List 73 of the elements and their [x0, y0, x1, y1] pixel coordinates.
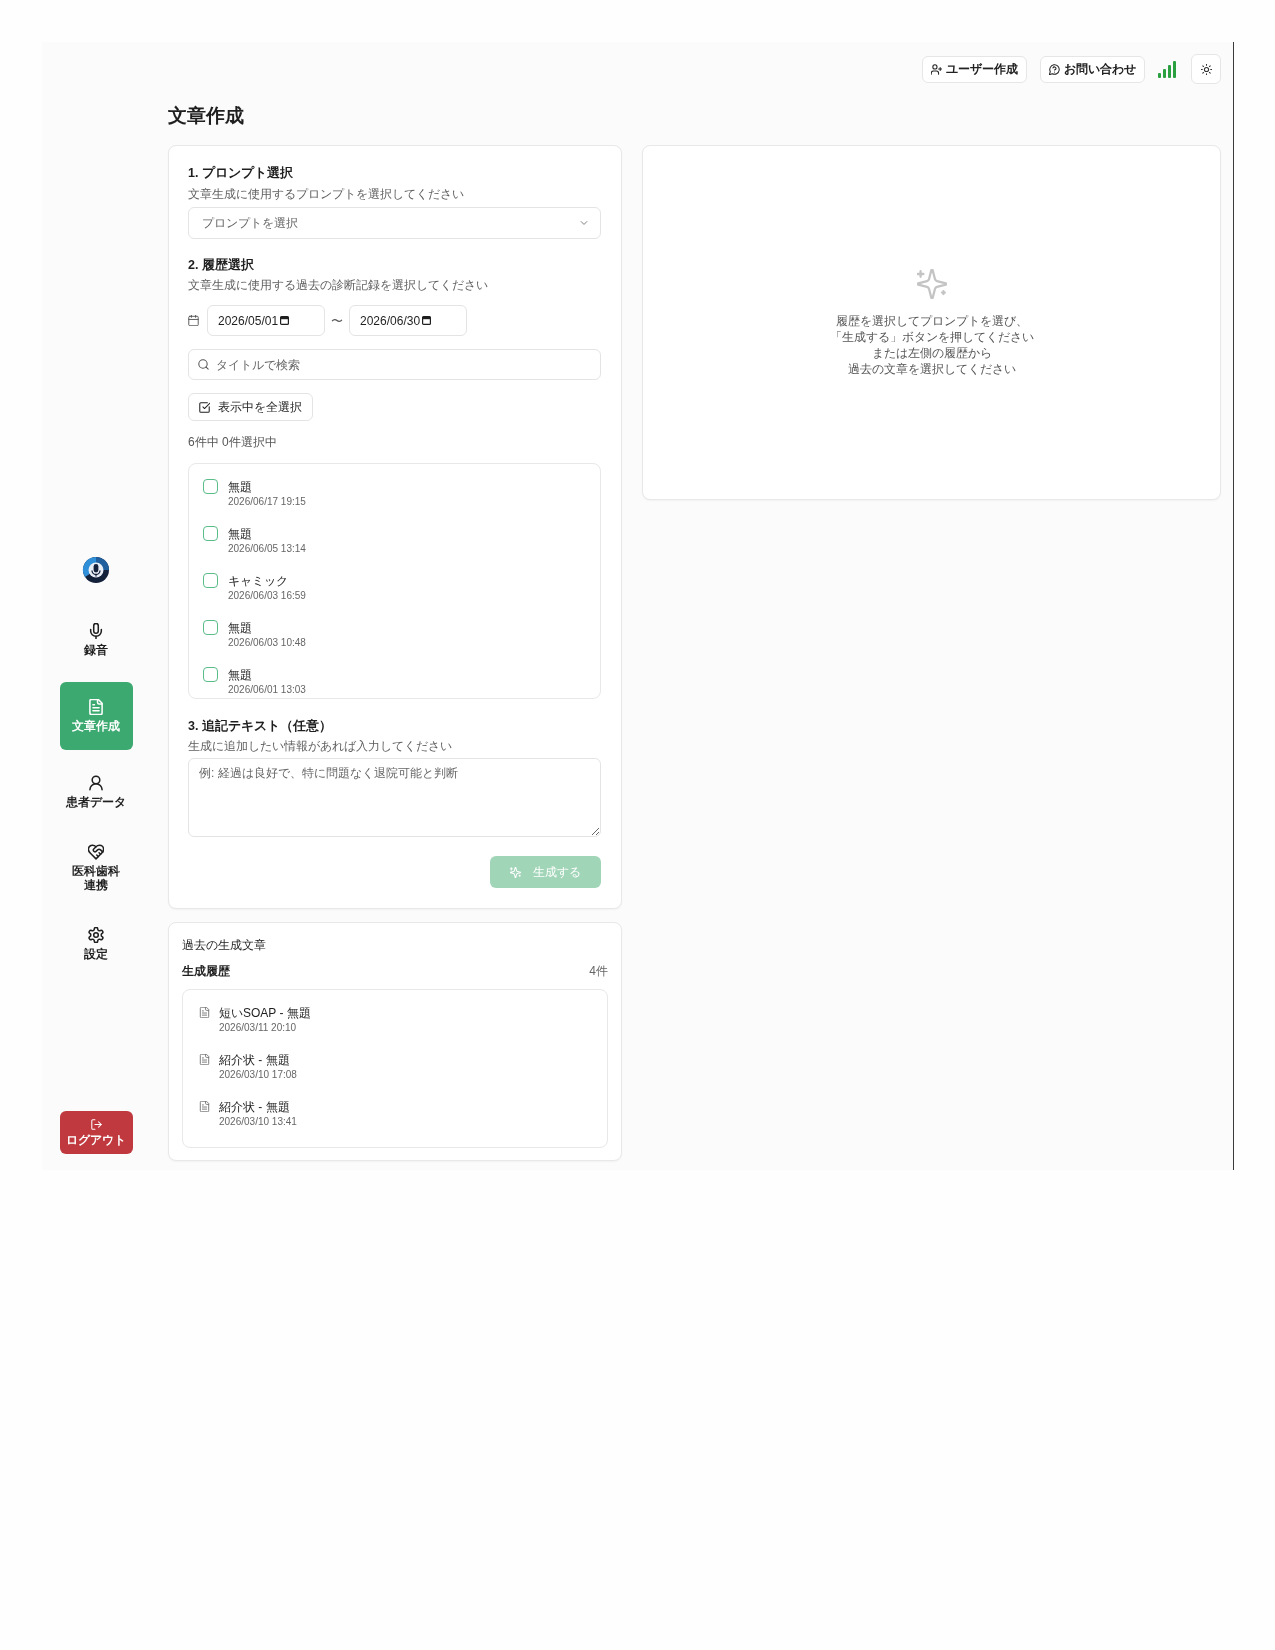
note-textarea[interactable]: 例: 経過は良好で、特に問題なく退院可能と判断: [188, 758, 601, 837]
help-chat-icon: [1049, 63, 1060, 75]
preview-message-line: 過去の文章を選択してください: [847, 360, 1016, 377]
calendar-icon: [188, 315, 199, 326]
checkbox[interactable]: [203, 620, 218, 635]
sidebar-item[interactable]: 患者データ: [59, 758, 133, 826]
person-icon: [88, 775, 104, 791]
document-icon: [88, 699, 104, 715]
calendar-icon: [280, 316, 290, 325]
history-item-date: 2026/03/10 17:08: [219, 1068, 297, 1082]
microphone-icon: [88, 623, 104, 639]
preview-message-line: 履歴を選択してプロンプトを選び、: [835, 312, 1028, 329]
select-all-button[interactable]: 表示中を全選択: [188, 393, 313, 421]
checkbox[interactable]: [203, 479, 218, 494]
sparkles-icon: [510, 866, 521, 878]
section-title: 1. プロンプト選択: [188, 165, 293, 181]
theme-toggle-button[interactable]: [1191, 54, 1221, 84]
section-hint: 文章生成に使用するプロンプトを選択してください: [188, 186, 464, 202]
preview-message-line: または左側の履歴から: [871, 344, 992, 361]
history-item-title[interactable]: 紹介状 - 無題: [219, 1099, 297, 1115]
checkbox[interactable]: [203, 667, 218, 682]
date-from-field[interactable]: 2026/05/01: [207, 305, 325, 336]
date-range-separator: 〜: [331, 312, 343, 330]
history-item-date: 2026/03/11 20:10: [219, 1021, 298, 1035]
contact-button[interactable]: お問い合わせ: [1040, 55, 1145, 83]
sidebar-item[interactable]: 設定: [59, 910, 133, 978]
record-title: 無題: [228, 620, 253, 636]
checkbox[interactable]: [203, 526, 218, 541]
history-subtitle: 生成履歴: [182, 963, 230, 979]
logout-button[interactable]: ログアウト: [59, 1111, 133, 1154]
record-date: 2026/06/01 13:03: [228, 683, 306, 697]
record-title: 無題: [228, 526, 253, 542]
user-add-icon: [931, 63, 942, 75]
square-check-icon: [199, 401, 210, 413]
sidebar-item[interactable]: 録音: [59, 606, 133, 674]
microphone-logo-icon: [82, 556, 110, 584]
logout-icon: [90, 1118, 102, 1130]
heart-handshake-icon: [88, 844, 104, 860]
document-icon: [199, 1054, 210, 1065]
history-card-title: 過去の生成文章: [182, 937, 266, 953]
record-date: 2026/06/03 16:59: [228, 589, 306, 603]
page-title: 文章作成: [168, 104, 244, 128]
calendar-icon: [422, 316, 432, 325]
chevron-down-icon: [579, 218, 589, 228]
record-title: キャミック: [228, 573, 289, 589]
selection-count: 6件中 0件選択中: [188, 434, 277, 450]
history-count: 4件: [589, 963, 608, 979]
record-title: 無題: [228, 479, 253, 495]
sidebar-item[interactable]: 医科歯科連携: [59, 834, 133, 902]
prompt-select[interactable]: プロンプトを選択: [188, 207, 601, 239]
history-item-date: 2026/03/10 13:41: [219, 1115, 297, 1129]
preview-message-line: 「生成する」ボタンを押してください: [829, 328, 1034, 345]
search-field[interactable]: タイトルで検索: [188, 349, 601, 380]
record-date: 2026/06/17 19:15: [228, 495, 306, 509]
history-item-title[interactable]: 短いSOAP - 無題: [219, 1005, 311, 1021]
history-item-title[interactable]: 紹介状 - 無題: [219, 1052, 297, 1068]
record-title: 無題: [228, 667, 253, 683]
signal-icon: [1158, 60, 1177, 78]
create-user-button[interactable]: ユーザー作成: [922, 55, 1027, 83]
section-hint: 生成に追加したい情報があれば入力してください: [188, 738, 452, 754]
checkbox[interactable]: [203, 573, 218, 588]
search-icon: [198, 359, 209, 370]
section-title: 2. 履歴選択: [188, 257, 254, 273]
section-title: 3. 追記テキスト（任意）: [188, 718, 332, 734]
document-icon: [199, 1007, 210, 1018]
record-date: 2026/06/05 13:14: [228, 542, 306, 556]
date-to-field[interactable]: 2026/06/30: [349, 305, 467, 336]
settings-icon: [88, 927, 104, 943]
sparkles-icon: [916, 268, 947, 299]
record-date: 2026/06/03 10:48: [228, 636, 306, 650]
document-icon: [199, 1101, 210, 1112]
section-hint: 文章生成に使用する過去の診断記録を選択してください: [188, 277, 488, 293]
sun-icon: [1200, 63, 1212, 75]
